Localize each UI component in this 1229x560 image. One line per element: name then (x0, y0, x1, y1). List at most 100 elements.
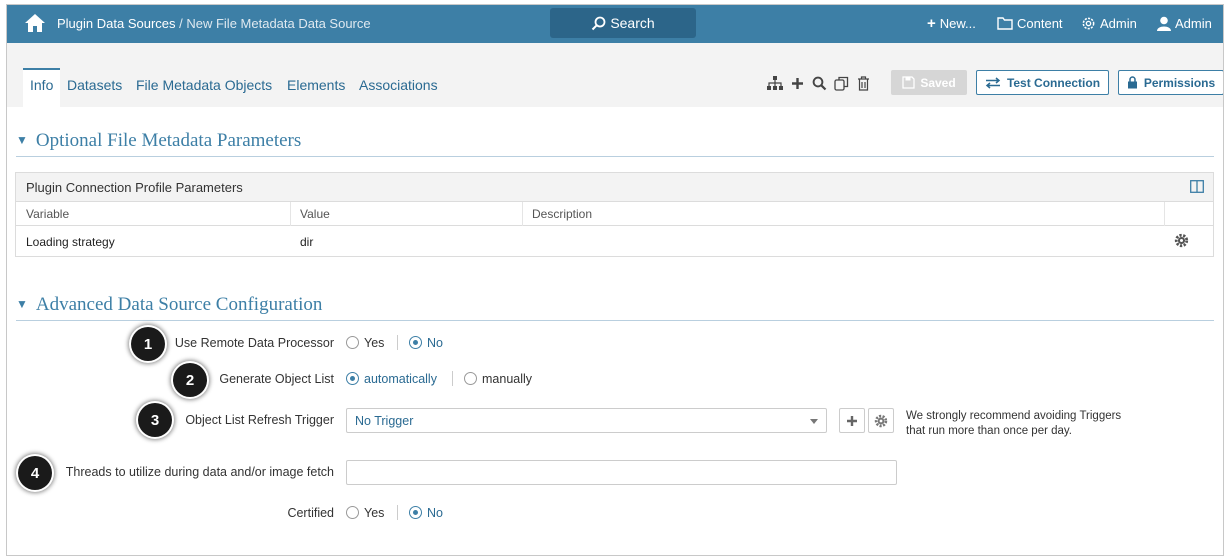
permissions-label: Permissions (1143, 75, 1216, 90)
radio-label: automatically (364, 372, 437, 386)
remote-processor-yes-radio[interactable]: Yes (346, 336, 384, 350)
breadcrumb-current: New File Metadata Data Source (186, 16, 371, 31)
object-list-automatically-radio[interactable]: automatically (346, 372, 437, 386)
column-header-variable[interactable]: Variable (26, 207, 69, 221)
tab-info[interactable]: Info (30, 77, 53, 93)
radio-label: Yes (364, 336, 385, 350)
chevron-down-icon (810, 419, 818, 424)
admin-menu-label: Admin (1100, 16, 1137, 31)
radio-circle (409, 506, 422, 519)
callout-badge-2: 2 (173, 363, 207, 397)
trash-icon[interactable] (855, 75, 871, 91)
new-label: New... (939, 16, 976, 31)
trigger-hint-line1: We strongly recommend avoiding Triggers (906, 410, 1122, 422)
certified-label: Certified (287, 506, 334, 520)
radio-separator (397, 335, 398, 350)
radio-circle (346, 372, 359, 385)
tab-datasets[interactable]: Datasets (67, 77, 122, 93)
collapse-triangle-icon: ▼ (16, 297, 28, 311)
radio-label: No (427, 506, 443, 520)
permissions-button[interactable]: Permissions (1118, 70, 1223, 95)
hierarchy-icon[interactable] (767, 75, 783, 91)
add-trigger-button[interactable] (839, 408, 865, 433)
remote-processor-label: Use Remote Data Processor (174, 336, 334, 350)
search-icon (592, 16, 606, 30)
radio-circle (346, 336, 359, 349)
admin-menu[interactable]: Admin (1081, 16, 1137, 31)
object-list-manually-radio[interactable]: manually (464, 372, 532, 386)
grid-header: Plugin Connection Profile Parameters (16, 173, 1213, 202)
grid-column-headers: Variable Value Description (16, 202, 1213, 226)
parameters-grid: Plugin Connection Profile Parameters Var… (15, 172, 1214, 257)
column-header-description[interactable]: Description (532, 207, 592, 221)
breadcrumb: Plugin Data Sources / New File Metadata … (57, 16, 371, 31)
plus-icon[interactable] (789, 75, 805, 91)
floppy-icon (902, 76, 915, 89)
breadcrumb-root-link[interactable]: Plugin Data Sources (57, 16, 176, 31)
radio-circle (346, 506, 359, 519)
global-search-button[interactable]: Search (550, 8, 696, 38)
radio-circle (409, 336, 422, 349)
section-divider (16, 320, 1214, 321)
refresh-trigger-value: No Trigger (355, 414, 414, 428)
swap-arrows-icon (985, 76, 1001, 89)
certified-yes-radio[interactable]: Yes (346, 506, 384, 520)
column-divider (290, 202, 291, 226)
certified-no-radio[interactable]: No (409, 506, 443, 520)
row-settings-gear-icon[interactable] (1174, 233, 1189, 248)
plus-icon (847, 415, 857, 426)
callout-badge-3: 3 (138, 403, 172, 437)
cell-variable: Loading strategy (26, 235, 115, 249)
gear-icon (1082, 17, 1095, 30)
refresh-trigger-select[interactable]: No Trigger (346, 408, 827, 433)
radio-separator (452, 371, 453, 386)
plus-icon: + (927, 15, 936, 32)
radio-label: No (427, 336, 443, 350)
copy-icon[interactable] (833, 75, 849, 91)
tab-bar: Info Datasets File Metadata Objects Elem… (7, 43, 1223, 108)
advanced-section-title: Advanced Data Source Configuration (35, 294, 323, 315)
callout-badge-1: 1 (131, 327, 165, 361)
trigger-hint-line2: that run more than once per day. (906, 425, 1072, 437)
refresh-trigger-label: Object List Refresh Trigger (185, 413, 334, 427)
top-bar: Plugin Data Sources / New File Metadata … (7, 5, 1223, 43)
user-icon (1157, 16, 1171, 31)
advanced-section-header[interactable]: ▼ Advanced Data Source Configuration (16, 294, 322, 316)
generate-object-list-label: Generate Object List (219, 372, 334, 386)
column-header-value[interactable]: Value (300, 207, 330, 221)
search-icon[interactable] (811, 75, 827, 91)
lock-icon (1127, 76, 1137, 89)
column-divider (522, 202, 523, 226)
user-label: Admin (1175, 16, 1212, 31)
tab-associations[interactable]: Associations (359, 77, 438, 93)
breadcrumb-separator: / (175, 16, 187, 31)
tab-file-metadata-objects[interactable]: File Metadata Objects (136, 77, 272, 93)
new-menu[interactable]: + New... (927, 16, 976, 31)
section-divider (16, 156, 1214, 157)
optional-section-title: Optional File Metadata Parameters (35, 130, 302, 151)
tab-elements[interactable]: Elements (287, 77, 345, 93)
app-window: Plugin Data Sources / New File Metadata … (6, 4, 1224, 556)
trigger-hint: We strongly recommend avoiding Triggers … (906, 409, 1121, 439)
column-divider (1164, 202, 1165, 226)
test-connection-button[interactable]: Test Connection (976, 70, 1109, 95)
test-connection-label: Test Connection (1006, 75, 1101, 90)
callout-badge-4: 4 (18, 456, 52, 490)
threads-label: Threads to utilize during data and/or im… (65, 465, 334, 479)
radio-separator (397, 505, 398, 520)
content-menu[interactable]: Content (997, 16, 1063, 31)
folder-icon (997, 17, 1013, 30)
columns-icon[interactable] (1190, 180, 1204, 193)
gear-icon (874, 414, 888, 427)
home-icon[interactable] (24, 13, 46, 33)
table-row[interactable]: Loading strategy dir (16, 226, 1213, 256)
radio-label: Yes (364, 506, 385, 520)
saved-button[interactable]: Saved (891, 70, 967, 95)
radio-circle (464, 372, 477, 385)
trigger-settings-button[interactable] (868, 408, 894, 433)
optional-section-header[interactable]: ▼ Optional File Metadata Parameters (16, 130, 301, 152)
threads-input[interactable] (346, 460, 897, 485)
content-label: Content (1017, 16, 1063, 31)
remote-processor-no-radio[interactable]: No (409, 336, 443, 350)
user-menu[interactable]: Admin (1157, 16, 1212, 31)
